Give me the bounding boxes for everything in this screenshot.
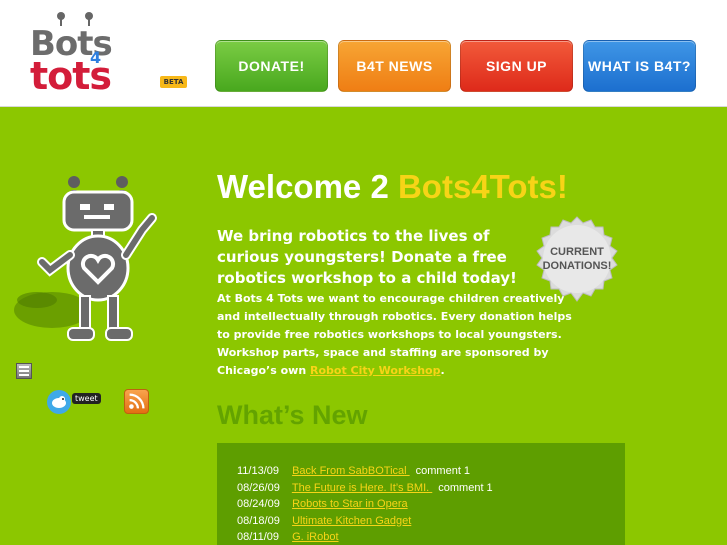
news-link[interactable]: Ultimate Kitchen Gadget: [292, 515, 411, 527]
logo-tots-text: tots: [30, 54, 112, 98]
robot-city-workshop-link[interactable]: Robot City Workshop: [310, 364, 441, 377]
what-is-b4t-button[interactable]: WHAT IS B4T?: [583, 40, 696, 92]
welcome-heading: Welcome 2 Bots4Tots!: [217, 168, 568, 206]
welcome-accent: Bots4Tots!: [397, 168, 568, 205]
current-donations-badge[interactable]: CURRENT DONATIONS!: [530, 215, 624, 309]
news-date: 08/24/09: [237, 498, 280, 510]
twitter-bird-icon[interactable]: [46, 389, 72, 415]
news-date: 11/13/09: [237, 465, 280, 477]
news-comment[interactable]: comment 1: [438, 482, 492, 494]
news-item: 08/24/09 Robots to Star in Opera: [237, 496, 493, 513]
whats-new-heading: What’s New: [217, 400, 368, 430]
news-list: 11/13/09 Back From SabBOTical comment 1 …: [237, 463, 493, 545]
news-date: 08/18/09: [237, 514, 280, 527]
welcome-prefix: Welcome 2: [217, 168, 398, 205]
news-date: 08/26/09: [237, 481, 280, 494]
share-icon[interactable]: [16, 363, 32, 379]
intro-text: We bring robotics to the lives of curiou…: [217, 227, 517, 287]
news-link[interactable]: The Future is Here. It’s BMI.: [292, 482, 432, 494]
badge-line2: DONATIONS!: [543, 260, 612, 272]
news-box: 11/13/09 Back From SabBOTical comment 1 …: [217, 443, 625, 545]
tweet-label[interactable]: tweet: [72, 393, 101, 404]
body-text-end: .: [440, 364, 445, 377]
news-link[interactable]: G. iRobot: [292, 531, 338, 543]
news-item: 11/13/09 Back From SabBOTical comment 1: [237, 463, 493, 480]
news-date: 08/11/09: [237, 531, 280, 543]
news-item: 08/11/09 G. iRobot: [237, 529, 493, 545]
news-link[interactable]: Robots to Star in Opera: [292, 498, 408, 510]
news-comment[interactable]: comment 1: [416, 465, 470, 477]
robot-mascot-icon: [14, 176, 157, 341]
sign-up-button[interactable]: SIGN UP: [460, 40, 573, 92]
site-header: Bots 4 tots BETA DONATE! B4T NEWS SIGN U…: [0, 0, 727, 107]
news-item: 08/26/09 The Future is Here. It’s BMI. c…: [237, 480, 493, 497]
news-item: 08/18/09 Ultimate Kitchen Gadget: [237, 513, 493, 530]
rss-icon[interactable]: [124, 389, 149, 414]
beta-badge: BETA: [160, 76, 187, 88]
news-link[interactable]: Back From SabBOTical: [292, 465, 410, 477]
badge-line1: CURRENT: [550, 246, 604, 258]
bots4tots-logo[interactable]: Bots 4 tots BETA: [30, 12, 190, 98]
donate-button[interactable]: DONATE!: [215, 40, 328, 92]
b4t-news-button[interactable]: B4T NEWS: [338, 40, 451, 92]
